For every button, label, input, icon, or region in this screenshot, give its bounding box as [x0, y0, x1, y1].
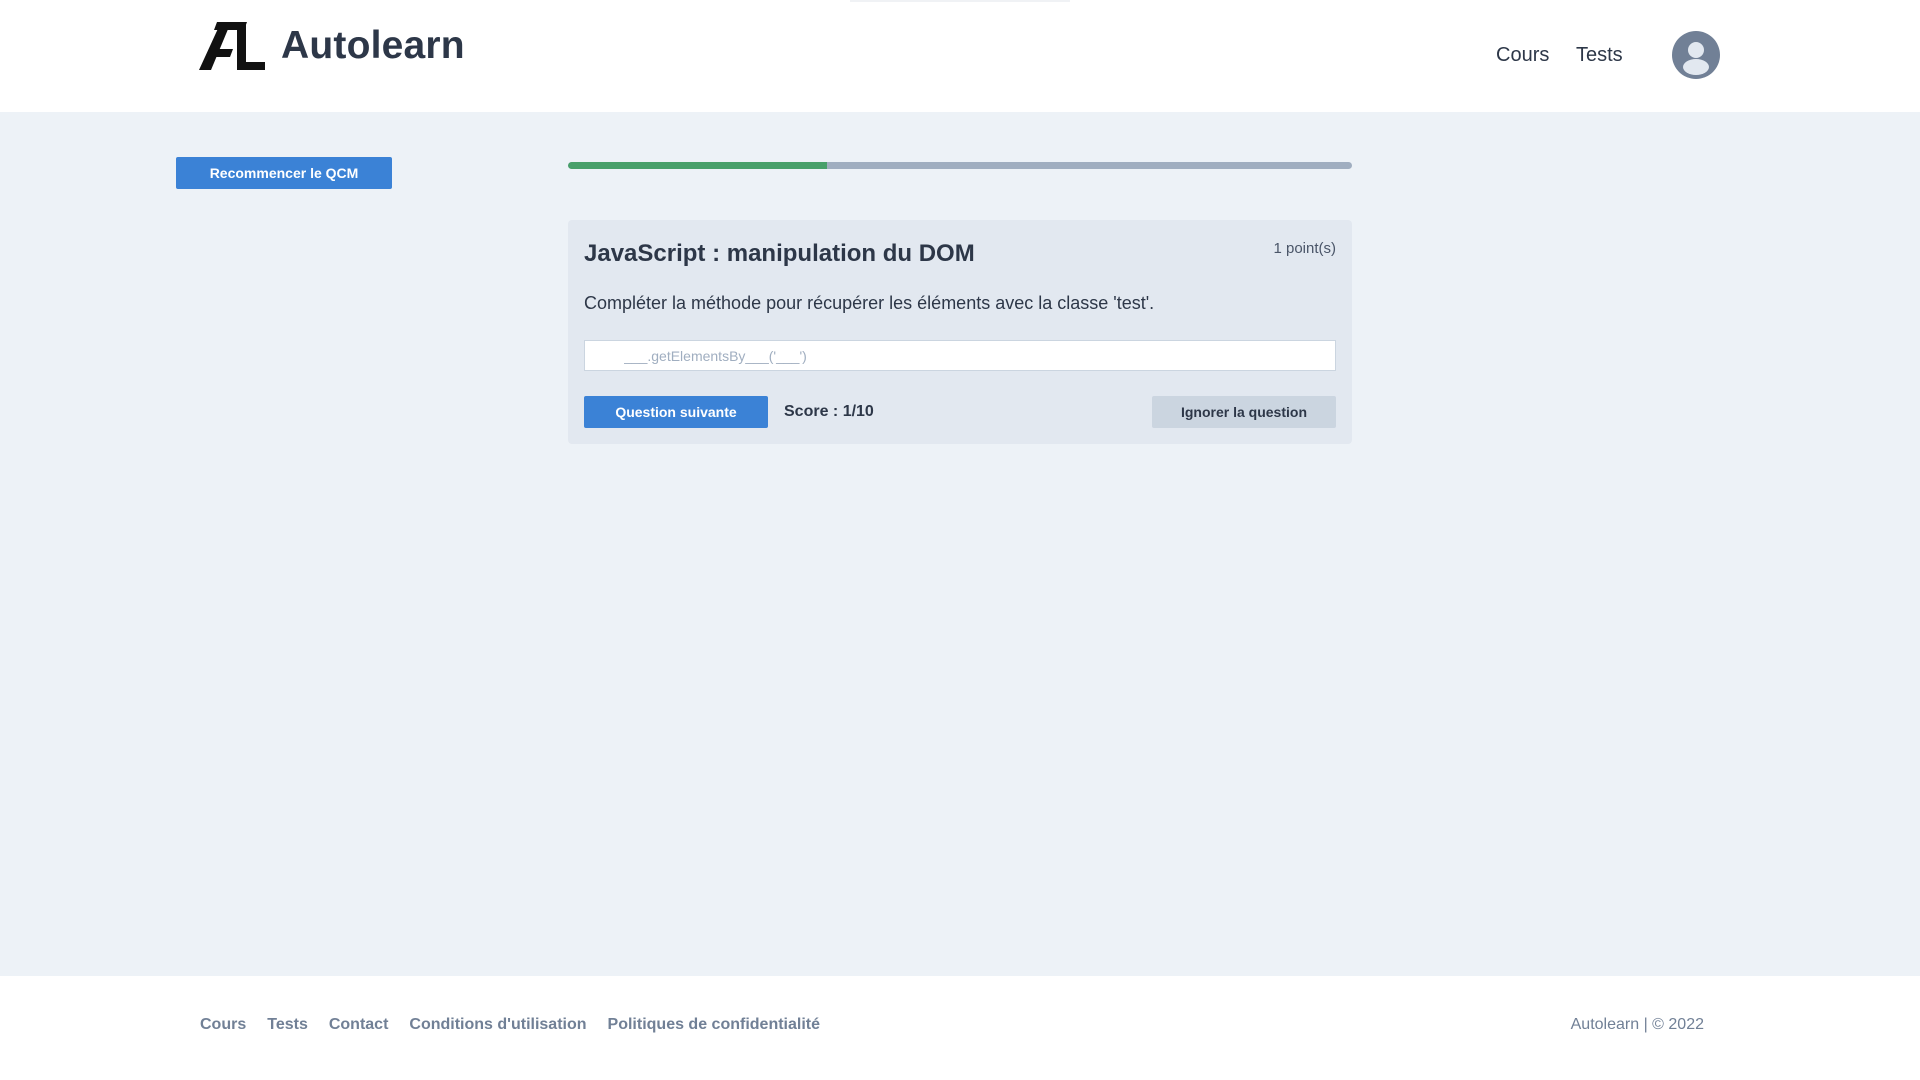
- site-footer: Cours Tests Contact Conditions d'utilisa…: [0, 976, 1920, 1080]
- footer-link-cours[interactable]: Cours: [200, 1016, 246, 1034]
- footer-link-contact[interactable]: Contact: [329, 1016, 389, 1034]
- home-logo-link[interactable]: Autolearn: [199, 22, 465, 70]
- next-question-button[interactable]: Question suivante: [584, 396, 768, 428]
- question-card: JavaScript : manipulation du DOM 1 point…: [568, 220, 1352, 444]
- user-icon: [1683, 42, 1709, 75]
- quiz-progress-bar: [568, 162, 1352, 169]
- autolearn-logo-icon: [199, 22, 265, 70]
- question-points: 1 point(s): [1273, 240, 1336, 257]
- site-header: Autolearn Cours Tests: [0, 0, 1920, 112]
- footer-link-tests[interactable]: Tests: [267, 1016, 308, 1034]
- footer-copyright: Autolearn | © 2022: [1570, 1016, 1704, 1033]
- footer-nav: Cours Tests Contact Conditions d'utilisa…: [200, 1016, 820, 1034]
- quiz-progress-fill: [568, 162, 827, 169]
- nav-cours-link[interactable]: Cours: [1496, 44, 1549, 67]
- question-title: JavaScript : manipulation du DOM: [584, 240, 975, 267]
- restart-quiz-button[interactable]: Recommencer le QCM: [176, 157, 392, 189]
- logo-text: Autolearn: [281, 24, 465, 67]
- user-avatar[interactable]: [1672, 31, 1720, 79]
- footer-link-terms[interactable]: Conditions d'utilisation: [409, 1016, 586, 1034]
- quiz-main-area: Recommencer le QCM JavaScript : manipula…: [0, 112, 1920, 976]
- skip-question-button[interactable]: Ignorer la question: [1152, 396, 1336, 428]
- header-top-strip: [850, 0, 1070, 2]
- answer-input[interactable]: [584, 340, 1336, 371]
- score-label: Score : 1/10: [784, 403, 874, 420]
- question-text: Compléter la méthode pour récupérer les …: [584, 293, 1155, 313]
- nav-tests-link[interactable]: Tests: [1576, 44, 1623, 67]
- footer-link-privacy[interactable]: Politiques de confidentialité: [608, 1016, 820, 1034]
